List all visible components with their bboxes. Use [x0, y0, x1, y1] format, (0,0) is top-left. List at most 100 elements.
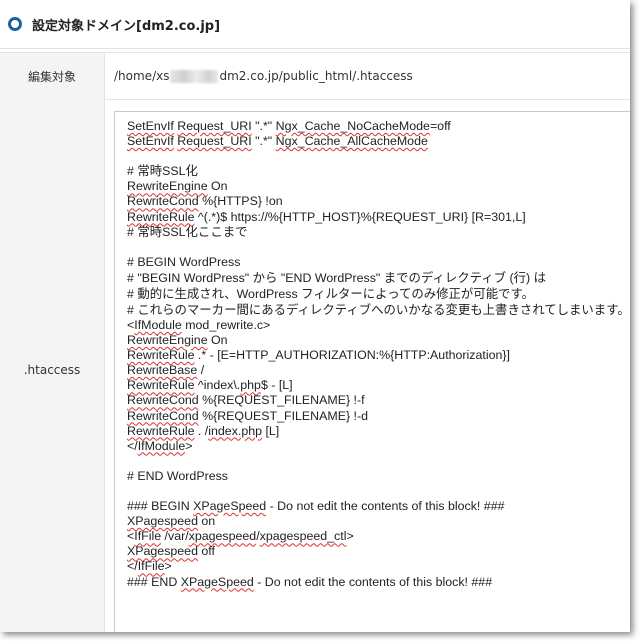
code-line: # これらのマーカー間にあるディレクティブへのいかなる変更も上書きされてしまいま… — [127, 302, 630, 318]
code-token: RewriteRule — [127, 378, 195, 393]
code-token: /var/ — [161, 529, 189, 544]
code-token: %{REQUEST_FILENAME} !-d — [198, 408, 369, 423]
code-line: RewriteCond %{REQUEST_FILENAME} !-f — [127, 393, 630, 408]
section-header: 設定対象ドメイン[dm2.co.jp] — [0, 0, 630, 49]
code-line: RewriteEngine On — [127, 333, 630, 348]
code-token: # 動的に生成され、WordPress フィルターによってのみ修正が可能です。 — [127, 286, 535, 301]
code-token: - Do not edit the contents of this block… — [266, 499, 505, 514]
code-token: - Do not edit the contents of this block… — [253, 574, 493, 589]
code-line: XPagespeed on — [127, 514, 630, 529]
code-token: [L] — [262, 423, 280, 438]
code-token: ^(.*)$ https://%{HTTP_HOST}%{REQUEST_URI… — [194, 209, 526, 224]
code-token: # これらのマーカー間にあるディレクティブへのいかなる変更も上書きされてしまいま… — [127, 302, 630, 317]
edit-target-row: 編集対象 /home/xs dm2.co.jp/public_html/.htac… — [0, 52, 630, 100]
code-line: RewriteRule ^(.*)$ https://%{HTTP_HOST}%… — [127, 210, 630, 225]
htaccess-label: .htaccess — [0, 99, 105, 632]
code-token: ^index\. — [194, 378, 241, 393]
code-token: xpagespeed — [188, 529, 257, 544]
code-token: RewriteRule — [127, 209, 195, 224]
htaccess-content[interactable]: SetEnvIf Request_URI ".*" Ngx_Cache_NoCa… — [127, 119, 630, 590]
redacted-text — [170, 69, 219, 83]
code-line: # 動的に生成され、WordPress フィルターによってのみ修正が可能です。 — [127, 286, 630, 302]
code-token: RewriteCond — [127, 194, 199, 209]
code-token: $ - [L] — [260, 378, 293, 393]
code-token: # END WordPress — [127, 468, 228, 483]
code-token: On — [207, 179, 228, 194]
code-line: # 常時SSL化ここまで — [127, 225, 630, 240]
code-token: Request_URI — [177, 134, 252, 149]
code-token: ".*" — [251, 119, 276, 133]
code-line: RewriteRule ^index\.php$ - [L] — [127, 378, 630, 393]
code-line: </IfFile> — [127, 559, 630, 574]
code-token: / — [197, 363, 205, 378]
code-line: SetEnvIf Request_URI ".*" Ngx_Cache_NoCa… — [127, 119, 630, 134]
code-line: ### END XPageSpeed - Do not edit the con… — [127, 575, 630, 590]
code-line: # BEGIN WordPress — [127, 255, 630, 270]
code-token: XPagespeed — [127, 514, 198, 529]
edit-target-label: 編集対象 — [0, 53, 105, 99]
code-token: XPagespeed — [127, 544, 198, 559]
code-token: Ngx_Cache_NoCacheMode — [275, 119, 430, 133]
code-token: php — [240, 378, 261, 393]
code-token: RewriteEngine — [127, 179, 208, 194]
code-line: RewriteEngine On — [127, 179, 630, 194]
code-token: RewriteRule — [127, 423, 195, 438]
code-line: # "BEGIN WordPress" から "END WordPress" ま… — [127, 270, 630, 286]
code-line: XPagespeed off — [127, 544, 630, 559]
code-line: SetEnvIf Request_URI ".*" Ngx_Cache_AllC… — [127, 134, 630, 149]
code-token: IfModule — [134, 317, 182, 332]
code-token: RewriteBase — [127, 363, 198, 378]
code-line: RewriteRule .* - [E=HTTP_AUTHORIZATION:%… — [127, 348, 630, 363]
code-line: # 常時SSL化 — [127, 164, 630, 179]
code-token: # 常時SSL化 — [127, 164, 198, 179]
path-prefix: /home/xs — [114, 69, 170, 83]
code-token: > — [346, 529, 354, 544]
code-token: SetEnvIf — [127, 134, 174, 149]
code-line: <IfFile /var/xpagespeed/xpagespeed_ctl> — [127, 529, 630, 544]
code-token: IfFile — [137, 559, 165, 574]
code-token: # BEGIN WordPress — [127, 254, 241, 269]
code-token: ### END — [127, 574, 181, 589]
code-token: on — [197, 514, 216, 529]
code-line: # END WordPress — [127, 469, 630, 484]
domain-settings-panel: 設定対象ドメイン[dm2.co.jp] 編集対象 /home/xs dm2.co.… — [0, 0, 630, 632]
code-token: off — [197, 544, 215, 559]
code-token: .* - [E=HTTP_AUTHORIZATION:%{HTTP:Author… — [194, 348, 510, 363]
code-token: SetEnvIf — [127, 119, 174, 133]
code-token: > — [164, 559, 172, 574]
code-token: # 常時SSL化ここまで — [127, 224, 248, 239]
code-token: RewriteCond — [127, 408, 199, 423]
code-token: %{HTTPS} !on — [198, 194, 283, 209]
path-suffix: dm2.co.jp/public_html/.htaccess — [219, 69, 413, 83]
code-token: . / — [194, 423, 209, 438]
code-token: =off — [429, 119, 451, 133]
code-token: Request_URI — [177, 119, 252, 133]
code-token: ".*" — [251, 134, 276, 149]
code-token: RewriteRule — [127, 348, 195, 363]
code-token: IfModule — [137, 438, 186, 453]
code-token: </ — [127, 438, 138, 453]
code-token: On — [207, 333, 228, 348]
code-line: RewriteBase / — [127, 363, 630, 378]
code-token: RewriteCond — [127, 393, 199, 408]
code-token: ### BEGIN — [127, 499, 194, 514]
code-token: XPageSpeed — [180, 574, 254, 589]
code-line: RewriteCond %{HTTPS} !on — [127, 194, 630, 209]
code-token: > — [185, 438, 193, 453]
code-line: <IfModule mod_rewrite.c> — [127, 318, 630, 333]
code-token: # "BEGIN WordPress" から "END WordPress" ま… — [127, 270, 546, 285]
code-token: %{REQUEST_FILENAME} !-f — [198, 393, 365, 408]
code-line: </IfModule> — [127, 439, 630, 454]
code-token: mod_rewrite.c> — [181, 317, 271, 332]
edit-target-path: /home/xs dm2.co.jp/public_html/.htaccess — [114, 53, 413, 99]
code-token: Ngx_Cache_AllCacheMode — [275, 134, 428, 149]
circle-bullet-icon — [8, 17, 22, 31]
code-token: index.php — [208, 423, 263, 438]
code-token: xpagespeed_ctl — [259, 529, 347, 544]
code-token: XPageSpeed — [193, 499, 267, 514]
htaccess-editor[interactable]: SetEnvIf Request_URI ".*" Ngx_Cache_NoCa… — [114, 111, 630, 632]
htaccess-row: .htaccess SetEnvIf Request_URI ".*" Ngx_… — [0, 99, 630, 632]
